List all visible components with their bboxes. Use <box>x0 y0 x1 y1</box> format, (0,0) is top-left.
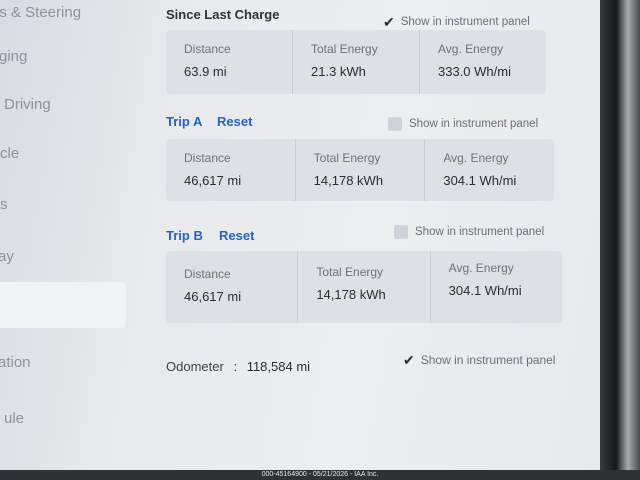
trip-b-show-toggle[interactable]: Show in instrument panel <box>394 225 544 239</box>
stat-total-energy: Total Energy 14,178 kWh <box>298 251 431 323</box>
trip-a-reset-button[interactable]: Reset <box>217 114 252 129</box>
stat-avg-energy: Avg. Energy 304.1 Wh/mi <box>431 251 562 323</box>
stat-total-energy: Total Energy 21.3 kWh <box>293 30 420 94</box>
sidebar-item-controls-steering[interactable]: ls & Steering <box>0 4 81 21</box>
sidebar: ls & Steering rging Driving cle s ay ati… <box>0 0 150 470</box>
odometer: Odometer : 118,584 mi <box>166 359 310 374</box>
trip-a-title: Trip A <box>166 114 203 129</box>
trip-b-title: Trip B <box>166 228 203 243</box>
sidebar-item-driving[interactable]: Driving <box>4 96 51 113</box>
show-in-panel-label: Show in instrument panel <box>415 226 545 238</box>
settings-screen: ls & Steering rging Driving cle s ay ati… <box>0 0 612 470</box>
trip-a-show-toggle[interactable]: Show in instrument panel <box>388 117 538 131</box>
since-last-charge-show-toggle[interactable]: ✔ Show in instrument panel <box>383 15 530 29</box>
sidebar-item-vehicle[interactable]: cle <box>0 145 19 162</box>
odometer-separator: : <box>233 359 238 374</box>
stat-label: Distance <box>184 42 231 56</box>
sidebar-item-trips[interactable]: s <box>0 196 8 213</box>
sidebar-item-navigation[interactable]: ation <box>0 354 31 371</box>
stat-label: Avg. Energy <box>443 151 509 165</box>
stat-avg-energy: Avg. Energy 333.0 Wh/mi <box>420 30 546 94</box>
show-in-panel-label: Show in instrument panel <box>409 118 539 130</box>
stat-value: 46,617 mi <box>184 173 242 188</box>
stat-value: 21.3 kWh <box>311 64 366 79</box>
checkbox[interactable] <box>394 225 408 239</box>
checkmark-icon: ✔ <box>403 352 415 368</box>
stat-label: Total Energy <box>311 42 378 56</box>
stat-value: 14,178 kWh <box>316 287 386 302</box>
stat-label: Total Energy <box>313 151 381 165</box>
since-last-charge-stats: Distance 63.9 mi Total Energy 21.3 kWh A… <box>166 30 546 94</box>
stat-avg-energy: Avg. Energy 304.1 Wh/mi <box>425 139 554 201</box>
trip-b-reset-button[interactable]: Reset <box>219 228 254 243</box>
odometer-label: Odometer <box>166 359 224 374</box>
screen-bezel <box>600 0 640 480</box>
stat-value: 46,617 mi <box>184 289 242 304</box>
stat-value: 304.1 Wh/mi <box>443 173 517 188</box>
since-last-charge-title: Since Last Charge <box>166 7 280 22</box>
stat-label: Distance <box>184 267 231 281</box>
trip-b-stats: Distance 46,617 mi Total Energy 14,178 k… <box>166 251 562 323</box>
stat-label: Total Energy <box>316 265 384 279</box>
trip-a-stats: Distance 46,617 mi Total Energy 14,178 k… <box>166 139 554 201</box>
checkmark-icon: ✔ <box>383 14 395 30</box>
stat-value: 14,178 kWh <box>313 173 384 188</box>
odometer-show-toggle[interactable]: ✔ Show in instrument panel <box>403 353 555 367</box>
stat-value: 63.9 mi <box>184 64 227 79</box>
stat-distance: Distance 63.9 mi <box>166 30 293 94</box>
checkbox[interactable] <box>388 117 402 131</box>
stat-value: 304.1 Wh/mi <box>448 283 522 298</box>
sidebar-item-display[interactable]: ay <box>0 248 14 265</box>
show-in-panel-label: Show in instrument panel <box>420 353 556 367</box>
show-in-panel-label: Show in instrument panel <box>400 16 530 28</box>
stat-distance: Distance 46,617 mi <box>166 139 296 201</box>
sidebar-item-charging[interactable]: rging <box>0 48 27 65</box>
stat-total-energy: Total Energy 14,178 kWh <box>296 139 426 201</box>
stat-label: Distance <box>184 151 231 165</box>
sidebar-item-schedule[interactable]: ule <box>4 410 24 427</box>
stat-label: Avg. Energy <box>438 42 504 56</box>
odometer-value: 118,584 mi <box>246 359 311 374</box>
sidebar-selected-highlight <box>0 282 126 328</box>
stat-distance: Distance 46,617 mi <box>166 251 299 323</box>
stat-label: Avg. Energy <box>448 261 514 275</box>
stat-value: 333.0 Wh/mi <box>438 64 511 79</box>
watermark: 000-45164900 - 05/21/2026 - IAA Inc. <box>0 470 640 480</box>
